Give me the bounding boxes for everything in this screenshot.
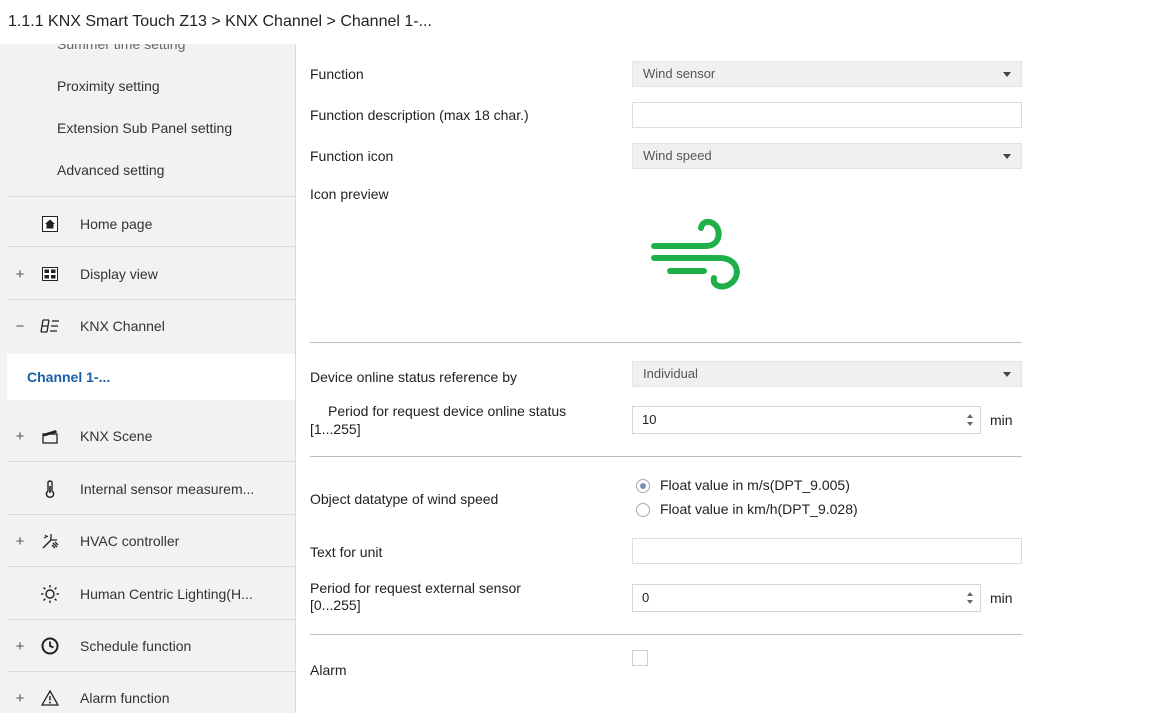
sidebar-item-channel-1[interactable]: Channel 1-... — [7, 354, 295, 400]
description-input[interactable] — [632, 102, 1022, 128]
sun-icon — [40, 584, 60, 604]
unit-text-label: Text for unit — [310, 544, 383, 560]
sidebar-item-human-centric-lighting[interactable]: Human Centric Lighting(H... — [0, 574, 295, 614]
wind-icon — [646, 212, 746, 298]
sidebar-item-label: HVAC controller — [80, 533, 180, 549]
sidebar: Summer time setting Proximity setting Ex… — [0, 44, 296, 713]
sidebar-item-hvac[interactable]: + HVAC controller — [0, 521, 295, 561]
sidebar-item-knx-scene[interactable]: + KNX Scene — [0, 416, 295, 456]
period-ext-value: 0 — [642, 590, 650, 605]
collapse-icon[interactable]: − — [14, 318, 26, 335]
sidebar-item-label: Internal sensor measurem... — [80, 481, 255, 497]
sidebar-item-label: Home page — [80, 216, 153, 232]
sidebar-item-label: Advanced setting — [57, 162, 165, 178]
expand-icon[interactable]: + — [14, 638, 26, 655]
period-online-label: Period for request device online status — [328, 403, 567, 419]
sidebar-item-label: Channel 1-... — [27, 369, 111, 385]
sidebar-item-advanced[interactable]: Advanced setting — [0, 152, 295, 188]
divider — [7, 514, 295, 515]
expand-icon[interactable]: + — [14, 690, 26, 707]
sidebar-item-label: Proximity setting — [57, 78, 160, 94]
online-ref-value: Individual — [643, 366, 698, 381]
description-label: Function description (max 18 char.) — [310, 107, 529, 123]
icon-preview-label: Icon preview — [310, 186, 389, 202]
period-ext-range: [0...255] — [310, 597, 361, 613]
scene-icon — [40, 426, 60, 446]
thermometer-icon — [40, 479, 60, 499]
divider — [7, 461, 295, 462]
sidebar-item-label: Schedule function — [80, 638, 192, 654]
expand-icon[interactable]: + — [14, 533, 26, 550]
sidebar-item-alarm-function[interactable]: + Alarm function — [0, 678, 295, 713]
divider — [310, 342, 1022, 343]
divider — [7, 246, 295, 247]
datatype-radio-ms[interactable] — [636, 479, 650, 493]
function-label: Function — [310, 66, 364, 82]
datatype-option-ms: Float value in m/s(DPT_9.005) — [660, 477, 850, 493]
channel-icon — [40, 316, 60, 336]
expand-icon[interactable]: + — [14, 266, 26, 283]
function-icon-label: Function icon — [310, 148, 394, 164]
grid-icon — [40, 264, 60, 284]
chevron-down-icon — [1003, 372, 1011, 377]
datatype-option-kmh: Float value in km/h(DPT_9.028) — [660, 501, 858, 517]
period-ext-unit: min — [990, 590, 1013, 606]
divider — [7, 566, 295, 567]
sidebar-item-label: Display view — [80, 266, 158, 282]
period-online-unit: min — [990, 412, 1013, 428]
sidebar-item-label: Summer time setting — [57, 44, 186, 52]
sidebar-item-label: Human Centric Lighting(H... — [80, 586, 253, 602]
sidebar-item-extension-sub-panel[interactable]: Extension Sub Panel setting — [0, 110, 295, 146]
hvac-icon — [40, 531, 60, 551]
divider — [7, 299, 295, 300]
sidebar-item-home-page[interactable]: Home page — [0, 204, 295, 244]
online-ref-label: Device online status reference by — [310, 369, 517, 385]
sidebar-item-label: KNX Scene — [80, 428, 153, 444]
function-icon-value: Wind speed — [643, 148, 712, 163]
function-value: Wind sensor — [643, 66, 716, 81]
sidebar-item-schedule[interactable]: + Schedule function — [0, 626, 295, 666]
chevron-down-icon — [1003, 72, 1011, 77]
divider — [310, 456, 1022, 457]
divider — [7, 671, 295, 672]
sidebar-item-internal-sensor[interactable]: Internal sensor measurem... — [0, 469, 295, 509]
sidebar-item-display-view[interactable]: + Display view — [0, 254, 295, 294]
period-online-range: [1...255] — [310, 421, 361, 437]
clock-icon — [40, 636, 60, 656]
sidebar-item-summer-time[interactable]: Summer time setting — [0, 44, 295, 62]
divider — [7, 196, 295, 197]
sidebar-item-label: KNX Channel — [80, 318, 165, 334]
warning-icon — [40, 688, 60, 708]
online-ref-dropdown[interactable]: Individual — [632, 361, 1022, 387]
function-dropdown[interactable]: Wind sensor — [632, 61, 1022, 87]
spinner-arrows-icon[interactable] — [966, 411, 974, 429]
spinner-arrows-icon[interactable] — [966, 589, 974, 607]
sidebar-item-label: Extension Sub Panel setting — [57, 120, 233, 136]
period-online-value: 10 — [642, 412, 657, 427]
period-ext-label: Period for request external sensor — [310, 580, 521, 596]
datatype-radio-kmh[interactable] — [636, 503, 650, 517]
expand-icon[interactable]: + — [14, 428, 26, 445]
sidebar-item-knx-channel[interactable]: − KNX Channel — [0, 306, 295, 346]
alarm-label: Alarm — [310, 662, 347, 678]
datatype-label: Object datatype of wind speed — [310, 491, 499, 507]
breadcrumb: 1.1.1 KNX Smart Touch Z13 > KNX Channel … — [8, 13, 432, 30]
unit-text-input[interactable] — [632, 538, 1022, 564]
period-online-spinner[interactable]: 10 — [632, 406, 981, 434]
chevron-down-icon — [1003, 154, 1011, 159]
function-icon-dropdown[interactable]: Wind speed — [632, 143, 1022, 169]
alarm-checkbox[interactable] — [632, 650, 648, 666]
period-ext-spinner[interactable]: 0 — [632, 584, 981, 612]
sidebar-item-label: Alarm function — [80, 690, 170, 706]
divider — [310, 634, 1022, 635]
parameter-panel: Function Wind sensor Function descriptio… — [296, 44, 1155, 713]
home-icon — [40, 214, 60, 234]
sidebar-item-proximity[interactable]: Proximity setting — [0, 68, 295, 104]
divider — [7, 619, 295, 620]
